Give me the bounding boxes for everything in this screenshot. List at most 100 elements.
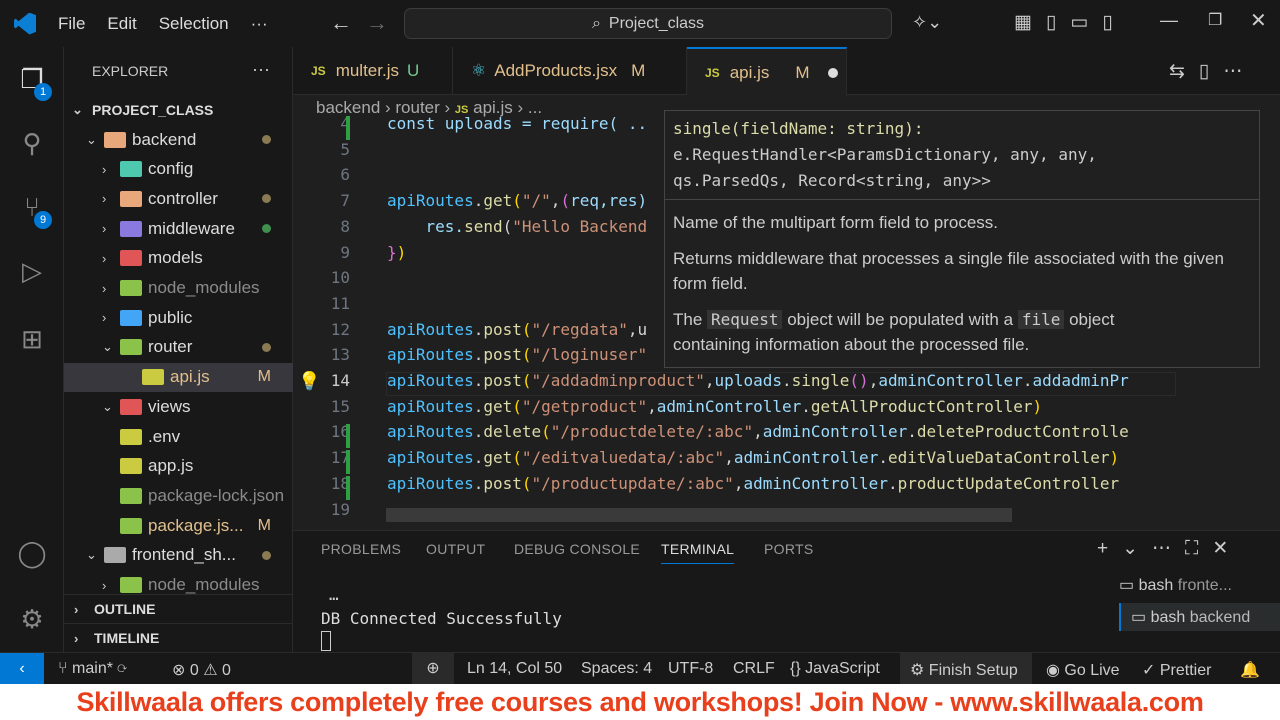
folder-icon (120, 280, 142, 296)
chevron-icon: ⌄ (86, 547, 97, 563)
git-change-marker (346, 424, 350, 449)
cursor-position[interactable]: Ln 14, Col 50 (467, 660, 562, 678)
command-center-search[interactable]: ⌕ Project_class (404, 8, 892, 39)
terminal-icon: ▭ (1119, 577, 1139, 594)
bottom-panel: PROBLEMS OUTPUT DEBUG CONSOLE TERMINAL P… (293, 530, 1280, 652)
tab-terminal[interactable]: TERMINAL (661, 541, 735, 564)
menu-file[interactable]: File (58, 14, 85, 34)
menu-more[interactable]: ··· (251, 14, 268, 34)
close-window-icon[interactable]: ✕ (1250, 8, 1267, 33)
tree-item[interactable]: ⌄ router (64, 333, 293, 362)
editor-actions[interactable]: ⇆▯⋯ (1169, 60, 1256, 83)
explorer-more-button[interactable]: ··· (252, 59, 270, 80)
chevron-icon: ⌄ (102, 398, 113, 414)
encoding[interactable]: UTF-8 (668, 660, 713, 678)
status-dot (262, 135, 271, 144)
search-icon[interactable]: ⚲ (16, 127, 48, 159)
tree-item-label: backend (132, 129, 197, 149)
notifications-bell-icon[interactable]: 🔔 (1240, 660, 1260, 680)
tree-item[interactable]: api.js M (64, 362, 293, 392)
js-file-icon: JS (705, 65, 720, 80)
panel-actions[interactable]: +⌄⋯⛶✕ (1097, 537, 1242, 560)
tree-item[interactable]: › middleware (64, 214, 293, 243)
settings-gear-icon[interactable]: ⚙ (16, 603, 48, 635)
tree-item-label: package-lock.json (148, 485, 285, 505)
tree-item-label: app.js (148, 456, 194, 476)
tab-debug-console[interactable]: DEBUG CONSOLE (514, 541, 640, 557)
terminal-instance-frontend[interactable]: ▭ bash fronte... (1119, 575, 1280, 603)
tree-item[interactable]: › config (64, 155, 293, 184)
tree-item[interactable]: .env (64, 422, 293, 451)
tree-item-label: package.js... (148, 515, 244, 535)
remote-indicator[interactable]: ‹ (0, 653, 44, 684)
code-line: apiRoutes.post("/loginuser" (387, 345, 648, 365)
code-line: res.send("Hello Backend (387, 216, 648, 236)
tab-problems[interactable]: PROBLEMS (321, 541, 401, 557)
current-line-highlight (386, 372, 1176, 396)
tree-item[interactable]: › public (64, 303, 293, 332)
forward-arrow-icon[interactable]: → (366, 10, 388, 36)
git-change-marker (346, 116, 350, 140)
folder-icon (104, 547, 126, 564)
line-number: 16 (330, 422, 350, 442)
tab-api-js[interactable]: JS api.js M (687, 47, 847, 96)
language-mode[interactable]: {} JavaScript (790, 660, 880, 678)
horizontal-scrollbar[interactable] (386, 508, 1012, 522)
tree-item[interactable]: › models (64, 244, 293, 273)
timeline-section[interactable]: › TIMELINE (64, 623, 293, 652)
tree-item-label: config (148, 159, 194, 179)
line-number: 10 (330, 268, 350, 288)
copilot-icon[interactable]: ✧⌄ (912, 12, 942, 33)
terminal-ellipsis: … (329, 585, 339, 604)
outline-section[interactable]: › OUTLINE (64, 594, 293, 623)
tree-item[interactable]: ⌄ views (64, 392, 293, 421)
layout-icons[interactable]: ▦▯▭▯ (1014, 11, 1127, 34)
account-icon[interactable]: ◯ (16, 537, 48, 569)
line-number: 8 (340, 216, 350, 236)
lightbulb-icon[interactable]: 💡 (298, 371, 320, 392)
menu-selection[interactable]: Selection (159, 14, 229, 34)
folder-icon (104, 131, 126, 148)
extensions-icon[interactable]: ⊞ (16, 323, 48, 355)
tree-item[interactable]: › node_modules (64, 274, 293, 303)
menu-edit[interactable]: Edit (107, 14, 136, 34)
go-live-button[interactable]: ◉ Go Live (1046, 660, 1120, 680)
branch-indicator[interactable]: ⑂ main* ⟳ (58, 660, 127, 678)
tree-item[interactable]: app.js (64, 452, 293, 481)
tree-item[interactable]: package.js... M (64, 511, 293, 540)
problems-indicator[interactable]: ⊗ 0 ⚠ 0 (172, 660, 231, 680)
tree-item-label: middleware (148, 218, 235, 238)
project-label: PROJECT_CLASS (92, 101, 214, 118)
line-ending[interactable]: CRLF (733, 660, 775, 678)
outline-label: OUTLINE (94, 601, 156, 617)
indentation[interactable]: Spaces: 4 (581, 660, 652, 678)
tree-item[interactable]: package-lock.json (64, 481, 293, 510)
tab-status: U (406, 61, 420, 80)
tab-status: M (795, 62, 810, 82)
file-icon (120, 517, 142, 534)
chevron-icon: › (102, 161, 107, 177)
prettier-button[interactable]: ✓ Prettier (1142, 660, 1211, 680)
run-debug-icon[interactable]: ▷ (16, 255, 48, 287)
tab-output[interactable]: OUTPUT (426, 541, 485, 557)
tab-ports[interactable]: PORTS (764, 541, 813, 557)
minimize-icon[interactable]: — (1160, 10, 1178, 31)
restore-icon[interactable]: ❐ (1208, 10, 1222, 30)
promo-banner: Skillwaala offers completely free course… (0, 684, 1280, 720)
tree-item[interactable]: ⌄ frontend_sh... (64, 541, 293, 570)
finish-setup-button[interactable]: ⚙ Finish Setup (900, 653, 1032, 684)
tree-item[interactable]: ⌄ backend (64, 125, 293, 154)
project-root[interactable]: ⌄ PROJECT_CLASS (64, 95, 293, 124)
tree-item[interactable]: › controller (64, 184, 293, 213)
back-arrow-icon[interactable]: ← (330, 10, 352, 36)
tab-multer-js[interactable]: JS multer.js U (293, 47, 453, 95)
tab-addproducts-jsx[interactable]: ⚛ AddProducts.jsx M (453, 47, 687, 95)
terminal-instance-backend[interactable]: ▭ bash backend (1119, 603, 1280, 631)
chevron-icon: › (102, 221, 107, 237)
zoom-icon[interactable]: ⊕ (412, 653, 454, 684)
folder-icon (120, 339, 142, 356)
status-dot (262, 550, 271, 560)
unsaved-dot-icon[interactable] (827, 67, 838, 78)
terminal-cursor (321, 631, 331, 651)
hover-request-note: The Request object will be populated wit… (673, 310, 1115, 354)
